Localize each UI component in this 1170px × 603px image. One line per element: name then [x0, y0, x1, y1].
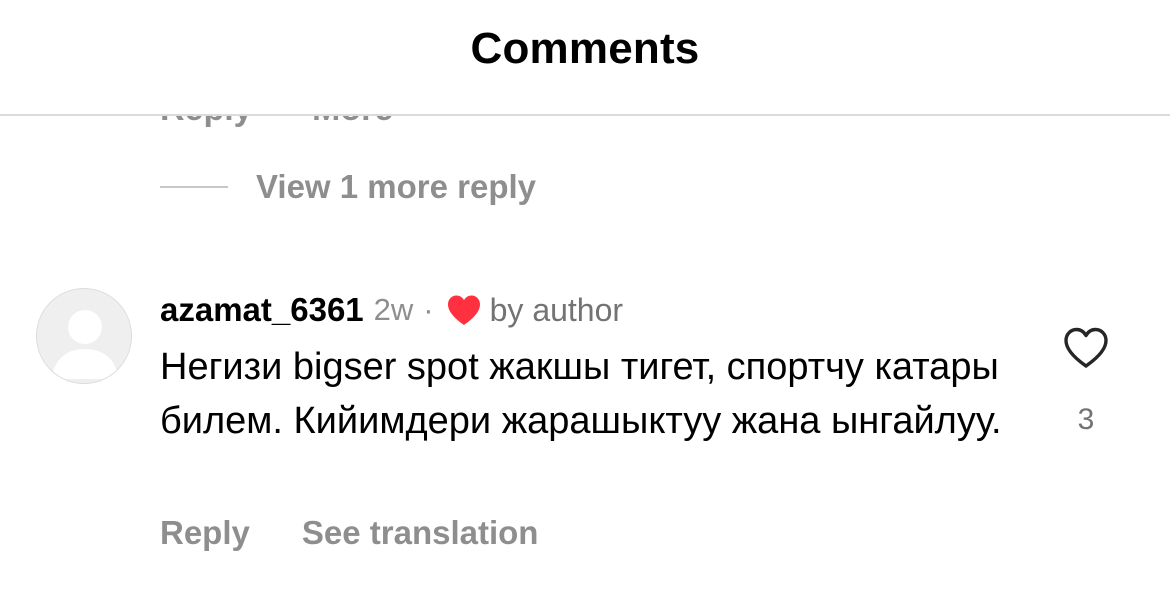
heart-filled-icon: [446, 294, 482, 326]
comment-actions: Reply See translation: [160, 510, 590, 556]
liked-by-author-label: by author: [489, 291, 624, 328]
heart-outline-icon[interactable]: [1058, 326, 1114, 375]
comment-header: azamat_6361 2w · by author: [160, 288, 623, 332]
header-divider: [0, 114, 1170, 116]
like-count: 3: [1077, 403, 1095, 436]
replies-divider-line: [160, 186, 228, 188]
comment-timestamp: 2w: [373, 292, 414, 327]
comment-username[interactable]: azamat_6361: [160, 291, 364, 329]
default-avatar-icon: [37, 289, 131, 383]
comment-text: Негизи bigser spot жакшы тигет, спортчу …: [160, 346, 1002, 442]
avatar[interactable]: [36, 288, 132, 384]
view-more-replies-label: View 1 more reply: [256, 168, 537, 205]
view-more-replies-button[interactable]: View 1 more reply: [160, 164, 536, 210]
like-column: 3: [1058, 326, 1114, 437]
meta-separator: ·: [423, 292, 434, 327]
page-title: Comments: [470, 24, 700, 73]
reply-button[interactable]: Reply: [160, 514, 250, 552]
see-translation-button[interactable]: See translation: [302, 514, 539, 552]
comments-header: Comments: [0, 0, 1170, 116]
